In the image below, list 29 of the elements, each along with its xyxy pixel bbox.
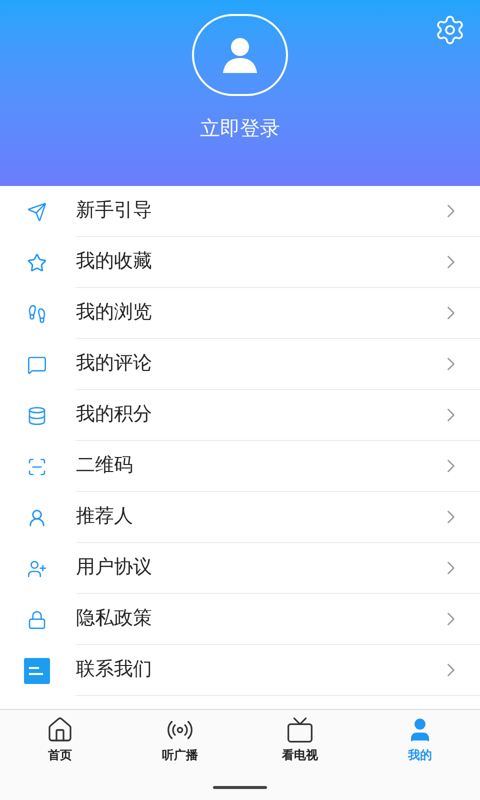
tab[interactable]: 听广播 bbox=[120, 716, 240, 764]
menu-item[interactable]: 新手引导 bbox=[0, 186, 480, 237]
menu-item[interactable]: 推荐人 bbox=[0, 492, 480, 543]
menu-item[interactable]: 二维码 bbox=[0, 441, 480, 492]
document-icon bbox=[24, 658, 50, 684]
lock-icon bbox=[27, 610, 47, 630]
home-indicator bbox=[213, 786, 267, 789]
person-icon bbox=[27, 558, 47, 578]
menu-item[interactable]: 我的浏览 bbox=[0, 288, 480, 339]
home-icon bbox=[46, 716, 74, 744]
avatar[interactable] bbox=[192, 14, 288, 96]
comment-icon bbox=[27, 354, 47, 374]
menu-item[interactable]: 我的收藏 bbox=[0, 237, 480, 288]
menu-item[interactable]: 我的评论 bbox=[0, 339, 480, 390]
person-icon bbox=[27, 508, 47, 528]
tab[interactable]: 看电视 bbox=[240, 716, 360, 764]
tab[interactable]: 首页 bbox=[0, 716, 120, 764]
menu-item[interactable]: 用户协议 bbox=[0, 543, 480, 594]
scan-icon bbox=[27, 456, 47, 476]
star-icon bbox=[27, 252, 47, 272]
settings-button[interactable] bbox=[434, 14, 466, 46]
coin-stack-icon bbox=[27, 406, 47, 426]
person-icon bbox=[221, 37, 259, 73]
menu-item[interactable]: 联系我们 bbox=[0, 645, 480, 696]
menu-item[interactable]: 隐私政策 bbox=[0, 594, 480, 645]
paper-plane-icon bbox=[27, 202, 47, 222]
menu-item[interactable]: 我的积分 bbox=[0, 390, 480, 441]
footprint-icon bbox=[27, 304, 47, 324]
tv-icon bbox=[286, 716, 314, 744]
